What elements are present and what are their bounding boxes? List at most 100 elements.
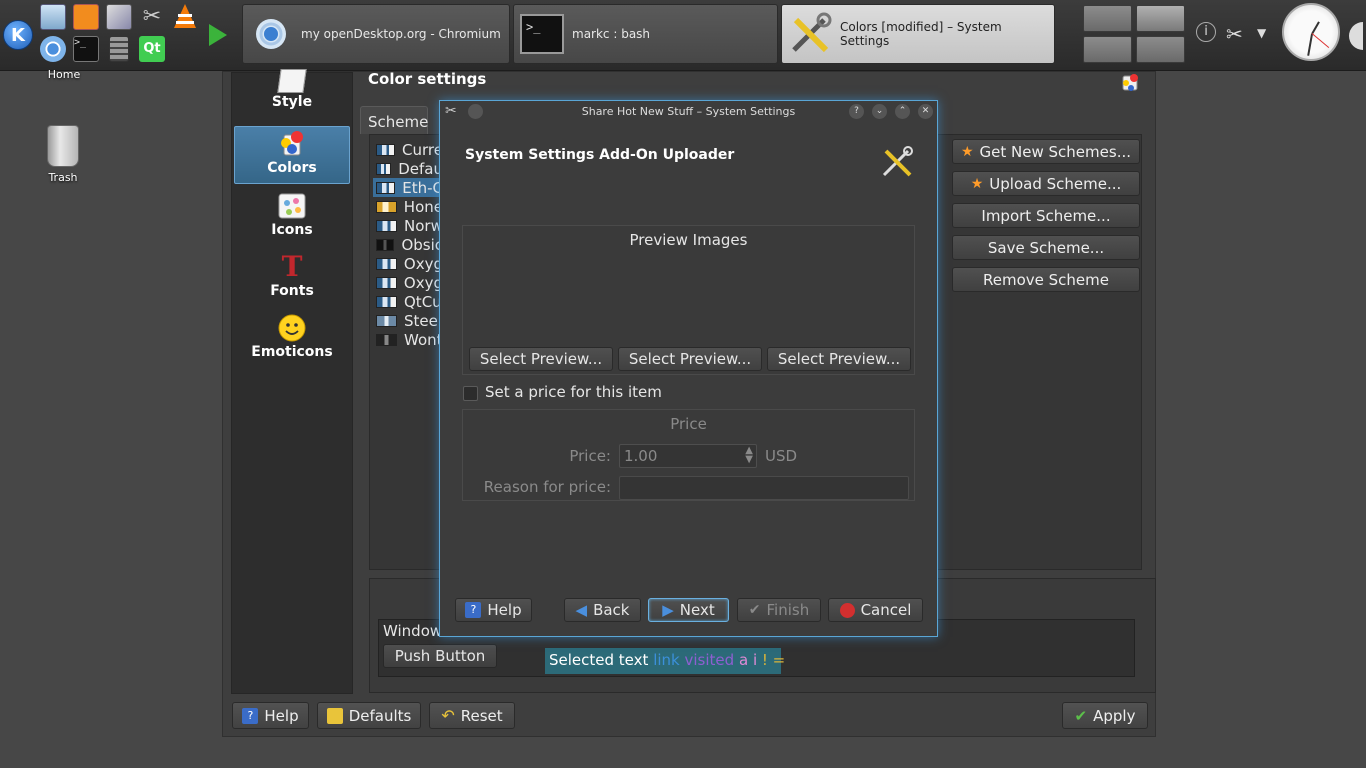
help-button[interactable]: ? Help — [232, 702, 309, 729]
desktop-trash[interactable]: Trash — [23, 125, 103, 184]
settings-tools-icon[interactable]: ✂ — [139, 4, 165, 30]
scheme-swatch — [376, 276, 397, 289]
scheme-swatch — [376, 314, 397, 327]
file-manager-icon[interactable] — [40, 4, 66, 30]
analog-clock[interactable] — [1282, 3, 1340, 61]
help-icon: ? — [465, 602, 482, 618]
scheme-item[interactable]: Hone — [373, 197, 443, 216]
preview-eq: ! = — [761, 651, 786, 669]
page-title: Color settings — [368, 70, 487, 88]
scheme-item[interactable]: Defau — [373, 159, 443, 178]
trash-label: Trash — [48, 171, 78, 184]
scheme-label: Oxyg — [403, 273, 443, 292]
scheme-label: Defau — [398, 159, 443, 178]
terminal-icon[interactable]: >_ — [73, 36, 99, 62]
maximize-icon[interactable]: ⌃ — [895, 104, 910, 119]
run-play-icon[interactable] — [205, 22, 231, 48]
desktop-pager-2[interactable] — [1136, 5, 1185, 32]
scheme-item[interactable]: Oxyg — [373, 273, 443, 292]
desktop-home[interactable]: Home — [24, 68, 104, 81]
desktop-pager-4[interactable] — [1136, 36, 1185, 63]
minimize-icon[interactable]: ⌄ — [872, 104, 887, 119]
preview-images-group: Preview Images Select Preview... Select … — [462, 225, 915, 375]
import-scheme-button[interactable]: Import Scheme... — [952, 203, 1140, 228]
pin-icon[interactable] — [468, 104, 483, 119]
close-icon[interactable]: ✕ — [918, 104, 933, 119]
get-new-schemes-button[interactable]: ★ Get New Schemes... — [952, 139, 1140, 164]
image-viewer-icon[interactable] — [106, 4, 132, 30]
scheme-item[interactable]: Obsic — [373, 235, 443, 254]
task-system-settings[interactable]: Colors [modified] – System Settings — [781, 4, 1055, 64]
finish-button[interactable]: ✔ Finish — [737, 598, 821, 622]
scheme-item[interactable]: Norw — [373, 216, 443, 235]
price-label: Price: — [569, 447, 611, 465]
chromium-icon[interactable] — [40, 36, 66, 62]
button-label: Reset — [460, 706, 503, 725]
select-preview-button-3[interactable]: Select Preview... — [767, 347, 911, 371]
scheme-swatch — [376, 257, 397, 270]
price-group: Price Price: 1.00 ▲ ▼ USD Reason for pric… — [462, 409, 915, 501]
colors-header-icon — [1119, 72, 1141, 98]
defaults-button[interactable]: Defaults — [317, 702, 421, 729]
select-preview-button-1[interactable]: Select Preview... — [469, 347, 613, 371]
scheme-list[interactable]: Curre Defau Eth-C Hone Norw Obsic Oxyg O… — [373, 140, 443, 349]
preview-push-button[interactable]: Push Button — [383, 644, 497, 668]
info-icon[interactable]: i — [1196, 22, 1216, 42]
scheme-item[interactable]: QtCu — [373, 292, 443, 311]
select-preview-button-2[interactable]: Select Preview... — [618, 347, 762, 371]
category-colors[interactable]: Colors — [234, 126, 350, 184]
button-label: Upload Scheme... — [989, 174, 1122, 193]
desktop-pager-1[interactable] — [1083, 5, 1132, 32]
price-checkbox[interactable] — [463, 386, 478, 401]
upload-scheme-button[interactable]: ★ Upload Scheme... — [952, 171, 1140, 196]
scheme-item[interactable]: Wont — [373, 330, 443, 349]
price-checkbox-label[interactable]: Set a price for this item — [485, 383, 662, 401]
scheme-swatch — [376, 162, 392, 175]
rss-feed-icon[interactable] — [73, 4, 99, 30]
help-titlebar-icon[interactable]: ? — [849, 104, 864, 119]
scheme-swatch — [376, 219, 397, 232]
vlc-icon[interactable] — [172, 3, 198, 29]
reset-button[interactable]: ↶ Reset — [429, 702, 515, 729]
category-icons[interactable]: Icons — [234, 189, 350, 247]
scheme-swatch — [376, 238, 395, 251]
scheme-label: QtCu — [404, 292, 442, 311]
button-label: Get New Schemes... — [979, 142, 1131, 161]
next-button[interactable]: ▶ Next — [648, 598, 729, 622]
scheme-item-selected[interactable]: Eth-C — [373, 178, 443, 197]
reason-input[interactable] — [619, 476, 909, 500]
scheme-label: Obsic — [401, 235, 443, 254]
chevron-down-icon[interactable]: ▼ — [1257, 26, 1266, 40]
help-button[interactable]: ? Help — [455, 598, 532, 622]
tab-scheme[interactable]: Scheme — [360, 106, 428, 134]
spin-arrows-icon[interactable]: ▲ ▼ — [745, 446, 753, 465]
tools-icon: ✂ — [445, 103, 457, 119]
scheme-label: Wont — [404, 330, 443, 349]
save-scheme-button[interactable]: Save Scheme... — [952, 235, 1140, 260]
category-fonts[interactable]: T Fonts — [234, 250, 350, 308]
apply-button[interactable]: ✔ Apply — [1062, 702, 1148, 729]
task-terminal[interactable]: >_ markc : bash — [513, 4, 778, 64]
button-label: Back — [593, 601, 630, 619]
price-spinbox[interactable]: 1.00 ▲ ▼ — [619, 444, 757, 468]
kde-menu-icon[interactable]: K — [3, 20, 33, 50]
scheme-item[interactable]: Curre — [373, 140, 443, 159]
task-label: Colors [modified] – System Settings — [840, 20, 1002, 48]
scheme-item[interactable]: Steel — [373, 311, 443, 330]
scheme-label: Curre — [402, 140, 443, 159]
preview-i: i — [752, 651, 758, 669]
dialog-heading: System Settings Add-On Uploader — [465, 147, 735, 163]
task-chromium[interactable]: my openDesktop.org - Chromium — [242, 4, 510, 64]
arrow-left-icon: ◀ — [575, 601, 588, 619]
calculator-icon[interactable] — [109, 36, 129, 62]
category-style[interactable]: Style — [234, 67, 350, 125]
cancel-button[interactable]: Cancel — [828, 598, 923, 622]
qt-creator-icon[interactable]: Qt — [139, 36, 165, 62]
scissors-icon[interactable]: ✂ — [1226, 22, 1243, 46]
desktop-pager-3[interactable] — [1083, 36, 1132, 63]
scheme-item[interactable]: Oxyg — [373, 254, 443, 273]
category-emoticons[interactable]: Emoticons — [234, 311, 350, 369]
remove-scheme-button[interactable]: Remove Scheme — [952, 267, 1140, 292]
panel-toolbox-icon[interactable] — [1349, 22, 1363, 50]
back-button[interactable]: ◀ Back — [564, 598, 641, 622]
